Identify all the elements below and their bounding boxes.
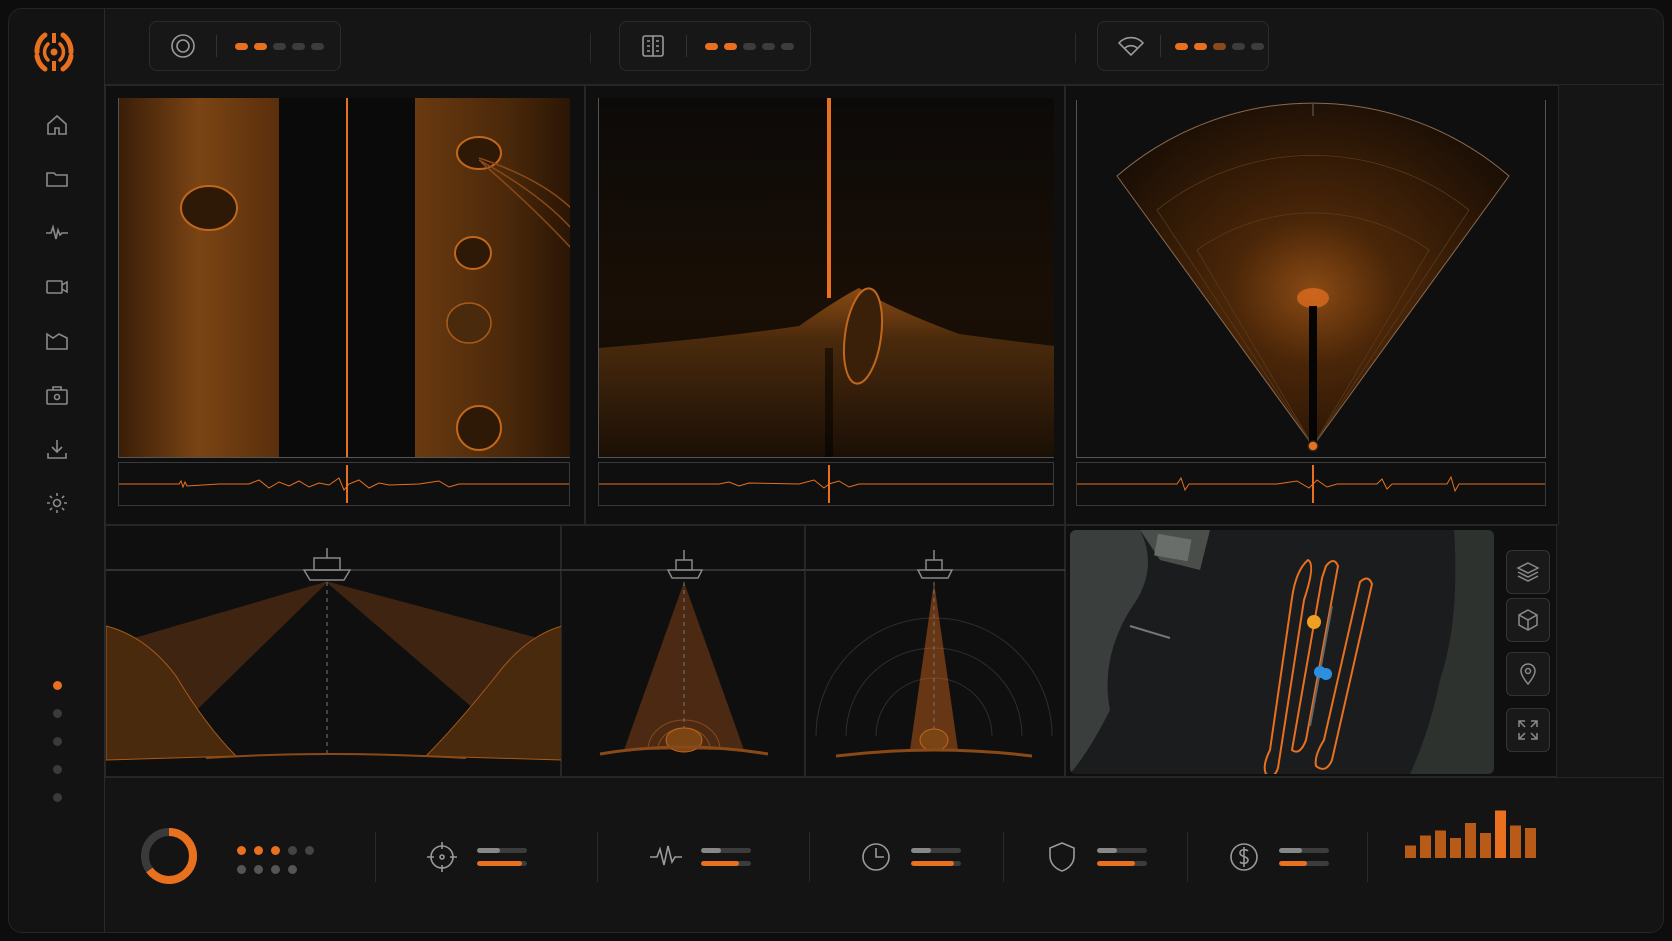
location-pin-icon[interactable] [1506, 652, 1550, 696]
survey-map-panel [1065, 525, 1557, 777]
waveform-icon[interactable] [43, 219, 71, 247]
gear-icon[interactable] [43, 489, 71, 517]
activity-histogram [1405, 808, 1545, 858]
histogram-bar [1480, 833, 1491, 858]
sector-scan-waveform [1076, 462, 1546, 506]
histogram-bar [1405, 845, 1416, 858]
level-indicator [705, 42, 794, 50]
pager-dot[interactable] [53, 709, 62, 718]
clock-icon [859, 840, 893, 874]
metric-cost[interactable] [1227, 778, 1329, 932]
download-icon[interactable] [43, 435, 71, 463]
sidebar [9, 9, 105, 932]
progress-ring [137, 824, 201, 888]
shield-icon [1045, 840, 1079, 874]
metric-position[interactable] [425, 778, 527, 932]
sector-scan-display[interactable] [1076, 100, 1546, 458]
metric-time[interactable] [859, 778, 961, 932]
histogram-bar [1510, 825, 1521, 858]
layers-icon[interactable] [1506, 550, 1550, 594]
sector-scan-panel [1065, 85, 1559, 525]
down-scan-beam-diagram [561, 525, 806, 777]
satellite-map[interactable] [1070, 530, 1494, 774]
toolbox-icon[interactable] [43, 381, 71, 409]
fan-beam-icon [1116, 31, 1146, 61]
metric-signal[interactable] [649, 778, 751, 932]
top-toolbar [105, 9, 1663, 85]
sonar-dashboard [8, 8, 1664, 933]
document-icon [638, 31, 668, 61]
sector-scan-beam-diagram [805, 525, 1066, 777]
sector-scan-mode-segment[interactable] [1097, 21, 1269, 71]
down-scan-waveform [598, 462, 1054, 506]
boat-icon [302, 548, 352, 581]
crosshair-icon [425, 840, 459, 874]
pager-dot-active[interactable] [53, 681, 62, 690]
pager-dot[interactable] [53, 793, 62, 802]
pager-dot[interactable] [53, 737, 62, 746]
map-icon[interactable] [43, 327, 71, 355]
folder-icon[interactable] [43, 165, 71, 193]
histogram-bar [1525, 828, 1536, 858]
video-camera-icon[interactable] [43, 273, 71, 301]
histogram-bar [1450, 838, 1461, 858]
side-scan-panel [105, 85, 585, 525]
histogram-bar [1435, 830, 1446, 858]
metric-safety[interactable] [1045, 778, 1147, 932]
down-scan-panel [585, 85, 1065, 525]
sonar-logo-icon[interactable] [31, 29, 77, 75]
pager-dot[interactable] [53, 765, 62, 774]
fullscreen-icon[interactable] [1506, 708, 1550, 752]
histogram-bar [1420, 835, 1431, 858]
status-bar [105, 777, 1663, 932]
side-scan-display[interactable] [118, 98, 570, 458]
cube-icon[interactable] [1506, 598, 1550, 642]
down-scan-mode-segment[interactable] [619, 21, 811, 71]
level-indicator [235, 42, 324, 50]
target-icon [168, 31, 198, 61]
side-scan-mode-segment[interactable] [149, 21, 341, 71]
side-scan-beam-diagram [105, 525, 562, 777]
status-dots [237, 846, 314, 874]
level-indicator [1175, 42, 1264, 50]
home-icon[interactable] [43, 111, 71, 139]
dollar-icon [1227, 840, 1261, 874]
pulse-icon [649, 840, 683, 874]
down-scan-display[interactable] [598, 98, 1054, 458]
side-scan-waveform [118, 462, 570, 506]
histogram-bar [1495, 810, 1506, 858]
histogram-bar [1465, 823, 1476, 858]
